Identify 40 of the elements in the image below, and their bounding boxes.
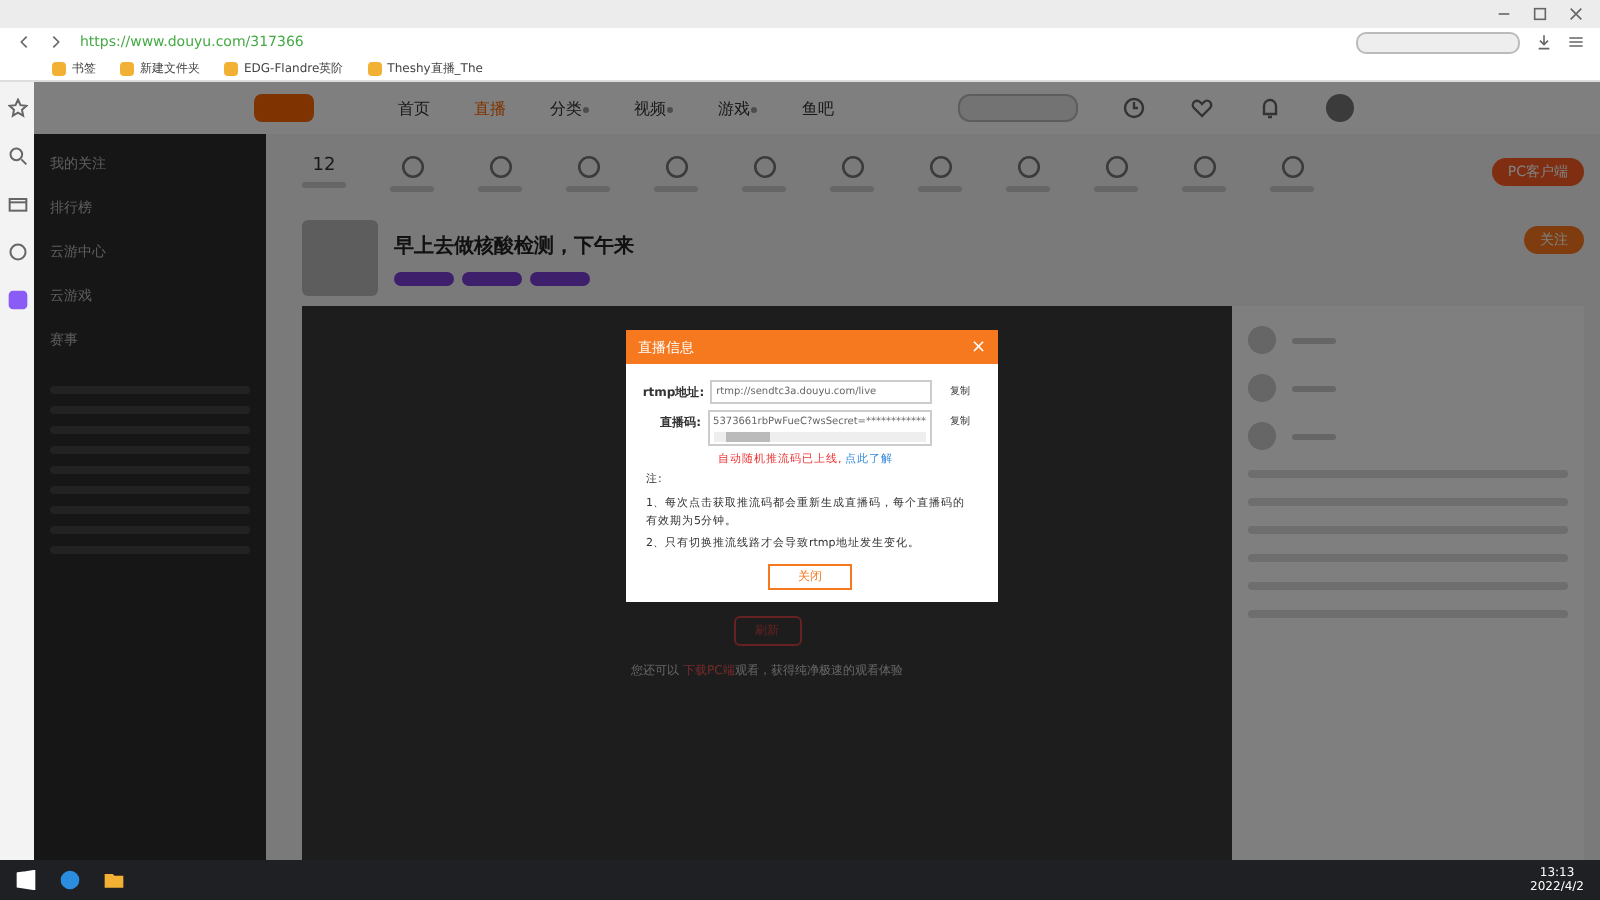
- tag-chip[interactable]: [462, 271, 522, 285]
- tag-chip[interactable]: [394, 271, 454, 285]
- nav-item[interactable]: 游戏: [718, 97, 758, 119]
- start-icon[interactable]: [16, 870, 36, 890]
- nav-item[interactable]: 首页: [398, 97, 430, 119]
- search-field[interactable]: [958, 94, 1078, 122]
- dropdown-dot-icon: [666, 105, 674, 113]
- app-icon[interactable]: [7, 290, 27, 310]
- dropdown-dot-icon: [582, 105, 590, 113]
- dropdown-dot-icon: [750, 105, 758, 113]
- maximize-icon[interactable]: [1532, 6, 1548, 22]
- site-logo[interactable]: [254, 94, 314, 122]
- stream-title: 早上去做核酸检测，下午来: [394, 233, 634, 259]
- download-icon[interactable]: [1536, 34, 1552, 50]
- history-icon[interactable]: [1122, 96, 1146, 120]
- bell-icon[interactable]: [1258, 96, 1282, 120]
- tag-chip[interactable]: [530, 271, 590, 285]
- score-value: 12: [312, 156, 336, 176]
- close-button[interactable]: ×: [970, 337, 986, 357]
- nav-item[interactable]: 分类: [550, 97, 590, 119]
- search-field[interactable]: [1356, 31, 1520, 53]
- browser-icon[interactable]: [60, 870, 80, 890]
- avatar: [1248, 326, 1276, 354]
- avatar: [1248, 422, 1276, 450]
- avatar: [1248, 374, 1276, 402]
- folder-icon[interactable]: [104, 870, 124, 890]
- avatar[interactable]: [1326, 94, 1354, 122]
- search-icon[interactable]: [7, 146, 27, 166]
- nav-item[interactable]: 直播: [474, 97, 506, 119]
- star-icon[interactable]: [7, 98, 27, 118]
- card-icon[interactable]: [7, 194, 27, 214]
- close-icon[interactable]: [1568, 6, 1584, 22]
- heart-icon[interactable]: [1190, 96, 1214, 120]
- menu-icon[interactable]: [1568, 34, 1584, 50]
- nav-item[interactable]: 视频: [634, 97, 674, 119]
- back-icon[interactable]: [16, 34, 32, 50]
- streamer-cover: [302, 220, 378, 296]
- forward-icon[interactable]: [48, 34, 64, 50]
- chat-icon[interactable]: [7, 242, 27, 262]
- nav-item[interactable]: 鱼吧: [802, 97, 834, 119]
